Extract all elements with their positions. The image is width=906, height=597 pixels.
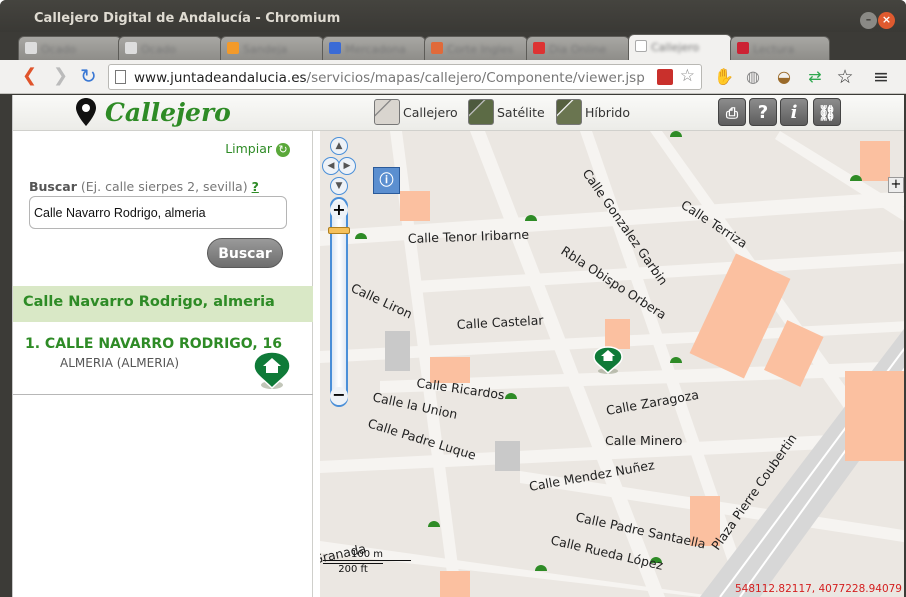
extension-arrows-icon[interactable]: ⇄ — [806, 68, 824, 86]
link-icon[interactable]: ⛓ — [813, 98, 841, 126]
result-subtitle: ALMERIA (ALMERIA) — [60, 356, 180, 370]
pan-down-icon[interactable]: ▼ — [330, 177, 348, 195]
favicon-icon — [431, 42, 443, 54]
forward-icon[interactable]: ❯ — [53, 67, 68, 85]
tab-1[interactable]: Ocado — [118, 36, 222, 60]
url-host: www.juntadeandalucia.es — [134, 70, 307, 86]
street-map-thumbnail-icon — [374, 99, 400, 125]
sidebar: Limpiar ↻ Buscar (Ej. calle sierpes 2, s… — [13, 131, 313, 597]
title-bar: Callejero Digital de Andalucía - Chromiu… — [0, 0, 906, 32]
search-help-link[interactable]: ? — [252, 179, 259, 194]
menu-icon[interactable]: ≡ — [872, 68, 890, 87]
page-icon — [115, 70, 126, 84]
page-icon — [25, 42, 37, 54]
favicon-icon — [737, 42, 749, 54]
favicon-icon — [227, 42, 239, 54]
satellite-thumbnail-icon — [468, 99, 494, 125]
search-label: Buscar (Ej. calle sierpes 2, sevilla)? — [29, 179, 259, 194]
tab-label: Lectura — [753, 43, 795, 56]
scale-bar: 100 m 200 ft — [323, 549, 411, 575]
bookmark-star-icon[interactable]: ☆ — [836, 68, 854, 87]
close-button[interactable]: × — [878, 12, 895, 29]
zoom-in-button[interactable]: + — [330, 201, 348, 219]
map-view[interactable]: Calle Tenor Iribarne Rbla Obispo Orbera … — [320, 131, 904, 597]
logo-text: Callejero — [105, 97, 231, 127]
map-type-hibrido[interactable]: Híbrido — [556, 99, 630, 125]
results-header: Calle Navarro Rodrigo, almeria — [13, 286, 313, 322]
clear-link[interactable]: Limpiar ↻ — [225, 141, 290, 157]
coordinate-readout: 548112.82117, 4077228.94079 — [734, 583, 902, 595]
logo: Callejero — [75, 97, 231, 127]
refresh-icon: ↻ — [276, 143, 290, 157]
search-button[interactable]: Buscar — [207, 238, 283, 268]
extension-bowl-icon[interactable]: ◒ — [775, 68, 793, 86]
scale-top: 100 m — [323, 549, 411, 561]
location-pin-icon — [76, 98, 96, 126]
tab-0[interactable]: Ocado — [18, 36, 122, 60]
tab-label: Ocado — [141, 43, 177, 56]
search-hint: (Ej. calle sierpes 2, sevilla) — [80, 179, 248, 194]
browser-toolbar: ❮ ❯ ↻ www.juntadeandalucia.es/servicios/… — [0, 60, 906, 94]
help-button[interactable]: ? — [749, 98, 777, 126]
map-canvas[interactable]: Calle Tenor Iribarne Rbla Obispo Orbera … — [320, 131, 904, 597]
zoom-handle[interactable] — [328, 227, 350, 234]
tab-label: Mercadona — [345, 43, 406, 56]
flash-icon[interactable] — [657, 69, 673, 85]
tab-2[interactable]: Sandeja — [220, 36, 324, 60]
bookmark-star-icon[interactable]: ☆ — [680, 66, 695, 86]
map-type-label: Callejero — [403, 104, 458, 120]
tab-strip: Ocado Ocado Sandeja Mercadona Corte Ingl… — [0, 30, 906, 90]
print-icon[interactable]: ⎙ — [718, 98, 746, 126]
browser-window: Callejero Digital de Andalucía - Chromiu… — [0, 0, 906, 597]
map-type-satelite[interactable]: Satélite — [468, 99, 545, 125]
page-icon — [635, 40, 647, 52]
window-title: Callejero Digital de Andalucía - Chromiu… — [34, 11, 341, 26]
url-text: www.juntadeandalucia.es/servicios/mapas/… — [134, 70, 645, 86]
info-button[interactable]: i — [780, 98, 808, 126]
map-type-label: Híbrido — [585, 104, 631, 120]
page-content: Callejero Callejero Satélite Híbrido ⎙ ?… — [12, 95, 904, 597]
address-bar[interactable]: www.juntadeandalucia.es/servicios/mapas/… — [108, 64, 702, 90]
back-icon[interactable]: ❮ — [22, 67, 37, 85]
list-item[interactable]: 1. CALLE NAVARRO RODRIGO, 16 ALMERIA (AL… — [13, 322, 313, 395]
scale-bottom: 200 ft — [323, 563, 383, 575]
pan-control[interactable]: ▲ ◀ ▶ ▼ — [322, 137, 356, 197]
favicon-icon — [329, 42, 341, 54]
reload-icon[interactable]: ↻ — [80, 66, 97, 86]
url-path: /servicios/mapas/callejero/Componente/vi… — [306, 70, 645, 86]
tab-3[interactable]: Mercadona — [322, 36, 426, 60]
page-icon — [125, 42, 137, 54]
extension-hand-icon[interactable]: ✋ — [714, 68, 734, 86]
expand-icon[interactable]: + — [888, 177, 904, 193]
tab-label: Corte Ingles — [447, 43, 514, 56]
search-input[interactable] — [29, 196, 287, 229]
result-title[interactable]: 1. CALLE NAVARRO RODRIGO, 16 — [25, 336, 282, 352]
tab-5[interactable]: Dia Online — [526, 36, 630, 60]
map-info-icon[interactable]: ⓘ — [373, 167, 400, 194]
tab-4[interactable]: Corte Ingles — [424, 36, 528, 60]
tab-label: Callejero — [651, 41, 700, 54]
street-label: Calle Minero — [605, 433, 682, 448]
favicon-icon — [533, 42, 545, 54]
map-type-label: Satélite — [497, 104, 545, 120]
clear-label: Limpiar — [225, 141, 273, 156]
pan-up-icon[interactable]: ▲ — [330, 137, 348, 155]
tab-7[interactable]: Lectura — [730, 36, 830, 60]
home-marker-icon[interactable] — [251, 350, 293, 390]
hybrid-thumbnail-icon — [556, 99, 582, 125]
extension-globe-icon[interactable]: ◍ — [744, 68, 762, 86]
search-label-title: Buscar — [29, 179, 77, 194]
tab-label: Dia Online — [549, 43, 607, 56]
pan-right-icon[interactable]: ▶ — [338, 157, 356, 175]
tab-label: Sandeja — [243, 43, 288, 56]
map-type-callejero[interactable]: Callejero — [374, 99, 458, 125]
tab-active[interactable]: Callejero — [628, 34, 732, 61]
app-header: Callejero Callejero Satélite Híbrido ⎙ ?… — [13, 95, 904, 131]
zoom-out-button[interactable]: − — [330, 387, 348, 405]
minimize-button[interactable]: – — [860, 12, 877, 29]
tab-label: Ocado — [41, 43, 77, 56]
